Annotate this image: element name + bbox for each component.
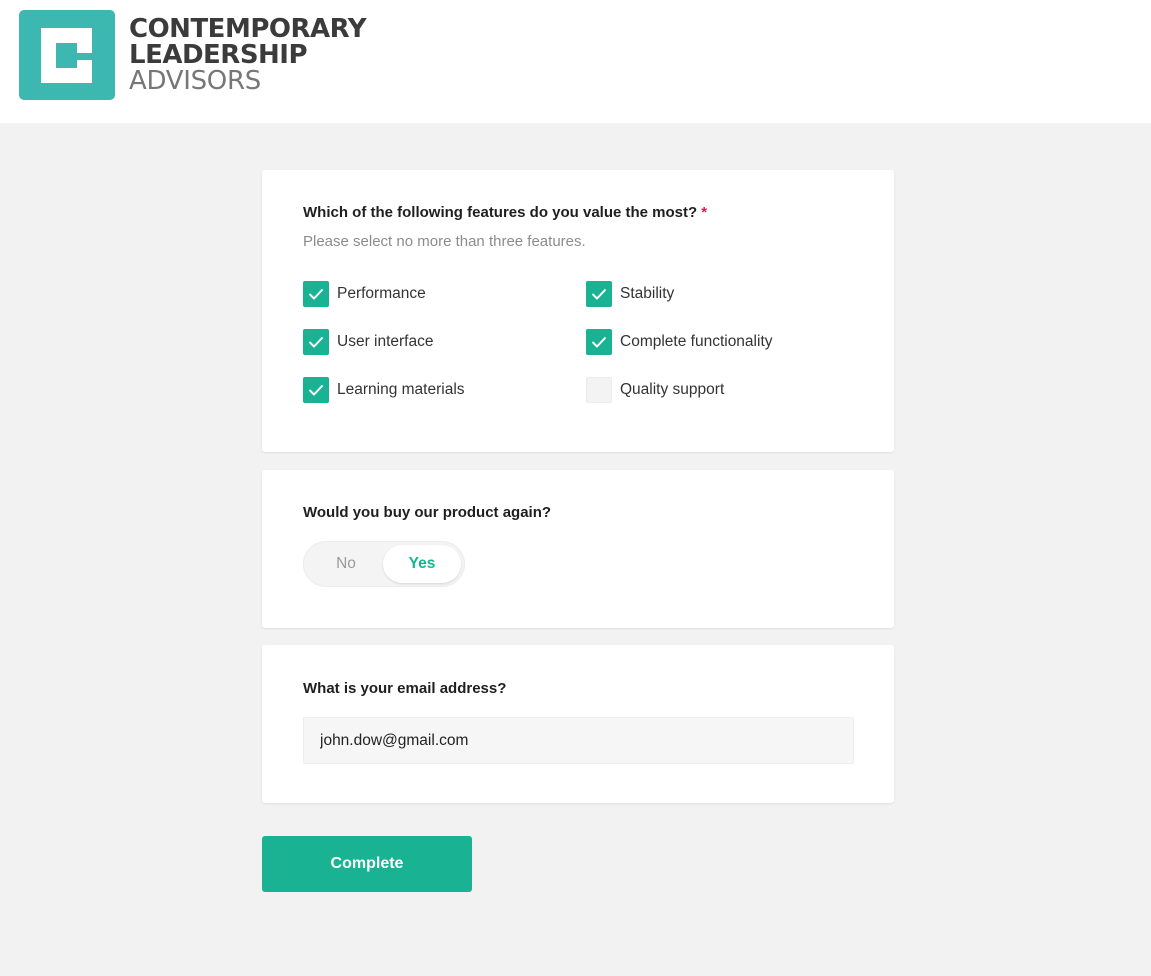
email-field[interactable] <box>303 717 854 764</box>
features-question-title: Which of the following features do you v… <box>303 204 707 221</box>
checkbox-checked-icon[interactable] <box>303 281 329 307</box>
option-user-interface[interactable]: User interface <box>303 329 433 355</box>
features-question-card: Which of the following features do you v… <box>262 170 894 452</box>
option-complete-functionality[interactable]: Complete functionality <box>586 329 773 355</box>
option-learning-materials[interactable]: Learning materials <box>303 377 465 403</box>
toggle-option-yes[interactable]: Yes <box>383 545 461 583</box>
option-quality-support[interactable]: Quality support <box>586 377 724 403</box>
yes-no-toggle[interactable]: No Yes <box>303 541 465 587</box>
checkbox-checked-icon[interactable] <box>303 377 329 403</box>
brand-wordmark: CONTEMPORARY LEADERSHIP ADVISORS <box>129 14 367 96</box>
checkbox-checked-icon[interactable] <box>303 329 329 355</box>
brand-line-3: ADVISORS <box>129 66 261 96</box>
features-hint: Please select no more than three feature… <box>303 233 586 250</box>
option-label: Learning materials <box>337 381 465 398</box>
checkbox-unchecked-icon[interactable] <box>586 377 612 403</box>
option-label: Quality support <box>620 381 725 398</box>
option-label: Performance <box>337 285 426 302</box>
brand-line-2: LEADERSHIP <box>129 40 308 70</box>
complete-button[interactable]: Complete <box>262 836 472 892</box>
option-label: Stability <box>620 285 675 302</box>
cla-logo-icon <box>19 10 115 100</box>
option-stability[interactable]: Stability <box>586 281 674 307</box>
page-header: CONTEMPORARY LEADERSHIP ADVISORS <box>0 0 1151 123</box>
email-question-card: What is your email address? <box>262 645 894 803</box>
checkbox-checked-icon[interactable] <box>586 281 612 307</box>
required-mark: * <box>701 204 708 221</box>
brand-line-1: CONTEMPORARY <box>129 14 367 44</box>
email-question-title: What is your email address? <box>303 680 507 697</box>
rebuy-question-title: Would you buy our product again? <box>303 504 552 521</box>
checkbox-checked-icon[interactable] <box>586 329 612 355</box>
option-label: Complete functionality <box>620 333 773 350</box>
toggle-option-no[interactable]: No <box>307 545 385 583</box>
features-question-text: Which of the following features do you v… <box>303 204 698 221</box>
rebuy-question-card: Would you buy our product again? No Yes <box>262 470 894 628</box>
option-performance[interactable]: Performance <box>303 281 426 307</box>
option-label: User interface <box>337 333 434 350</box>
